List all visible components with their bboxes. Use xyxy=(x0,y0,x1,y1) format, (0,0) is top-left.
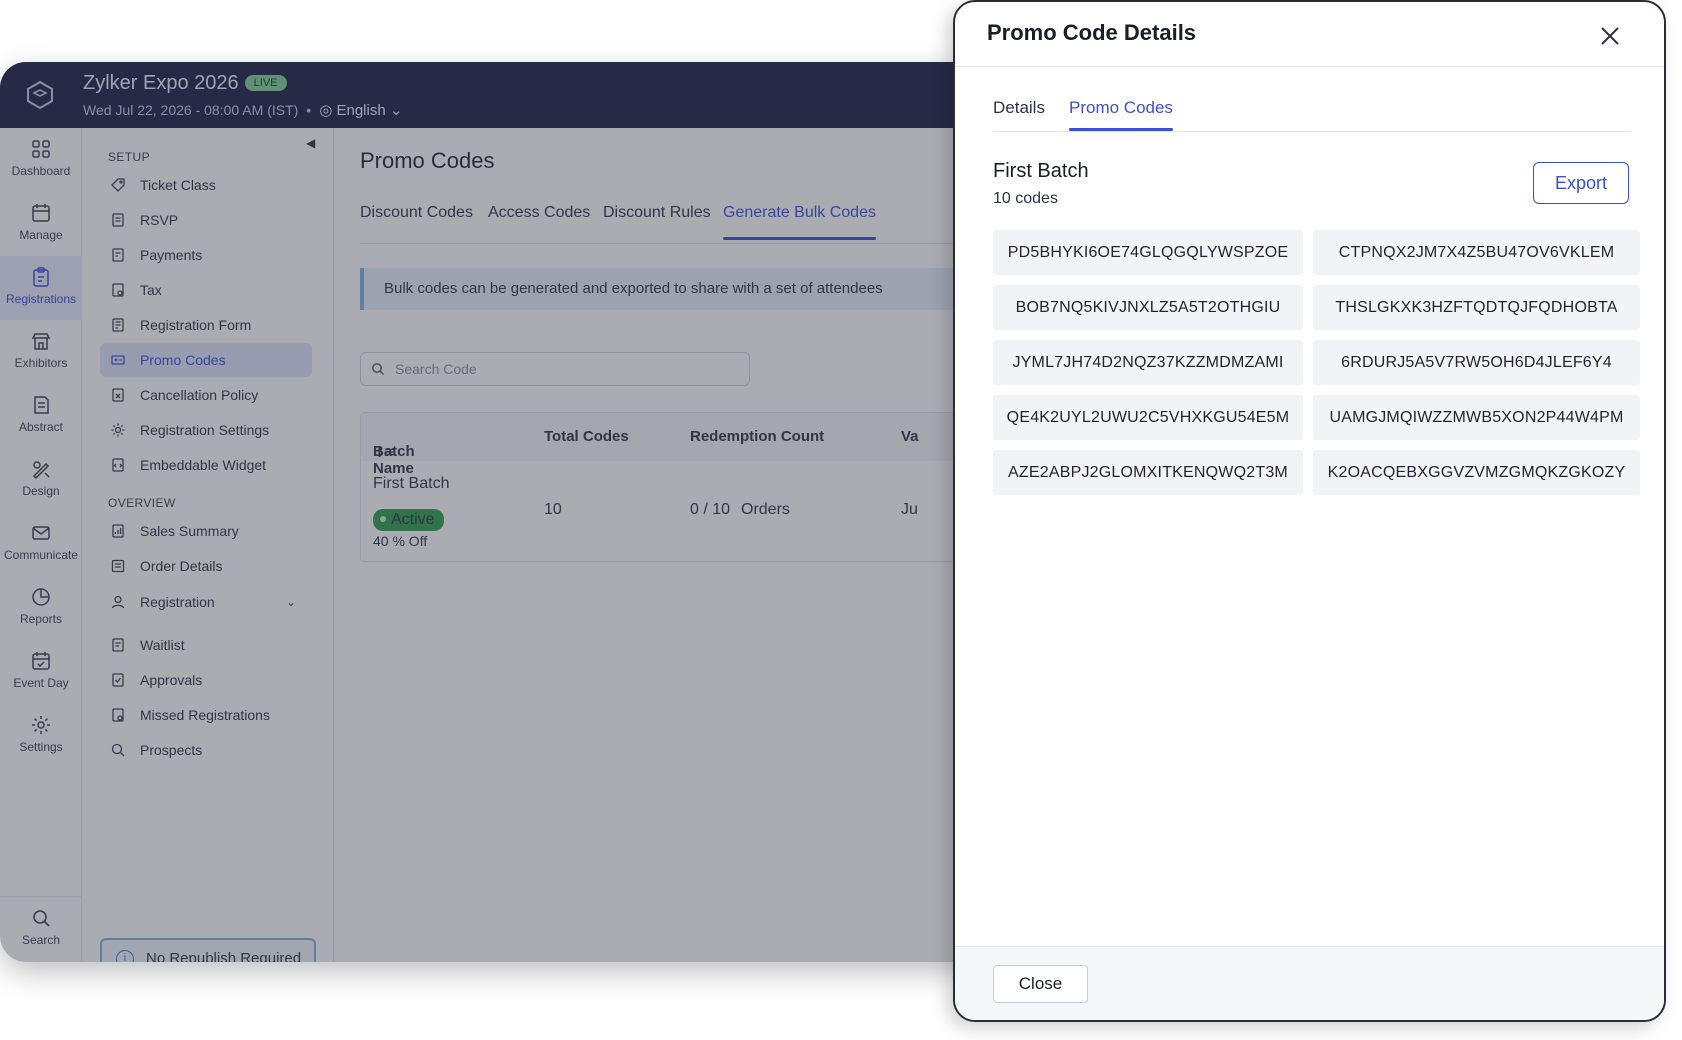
export-button[interactable]: Export xyxy=(1533,162,1629,204)
tab-promo-codes[interactable]: Promo Codes xyxy=(1069,98,1173,131)
promo-code-cell: K2OACQEBXGGVZVMZGMQKZGKOZY xyxy=(1313,450,1640,495)
batch-name: First Batch xyxy=(993,160,1089,182)
close-icon[interactable] xyxy=(1596,22,1624,50)
promo-code-cell: PD5BHYKI6OE74GLQGQLYWSPZOE xyxy=(993,230,1303,275)
promo-code-cell: QE4K2UYL2UWU2C5VHXKGU54E5M xyxy=(993,395,1303,440)
drawer-footer: Close xyxy=(955,946,1664,1020)
promo-code-cell: JYML7JH74D2NQZ37KZZMDMZAMI xyxy=(993,340,1303,385)
promo-code-cell: THSLGKXK3HZFTQDTQJFQDHOBTA xyxy=(1313,285,1640,330)
promo-codes-grid: PD5BHYKI6OE74GLQGQLYWSPZOE CTPNQX2JM7X4Z… xyxy=(993,230,1643,495)
drawer-divider xyxy=(955,66,1664,67)
tab-details[interactable]: Details xyxy=(993,98,1045,118)
batch-count: 10 codes xyxy=(993,190,1058,207)
promo-code-cell: BOB7NQ5KIVJNXLZ5A5T2OTHGIU xyxy=(993,285,1303,330)
promo-code-cell: 6RDURJ5A5V7RW5OH6D4JLEF6Y4 xyxy=(1313,340,1640,385)
promo-code-cell: CTPNQX2JM7X4Z5BU47OV6VKLEM xyxy=(1313,230,1640,275)
promo-code-cell: UAMGJMQIWZZMWB5XON2P44W4PM xyxy=(1313,395,1640,440)
promo-code-cell: AZE2ABPJ2GLOMXITKENQWQ2T3M xyxy=(993,450,1303,495)
drawer-title: Promo Code Details xyxy=(987,20,1197,45)
promo-code-details-drawer: Promo Code Details Details Promo Codes F… xyxy=(953,0,1666,1022)
close-button[interactable]: Close xyxy=(993,965,1088,1003)
drawer-tabs: Details Promo Codes xyxy=(993,98,1631,132)
